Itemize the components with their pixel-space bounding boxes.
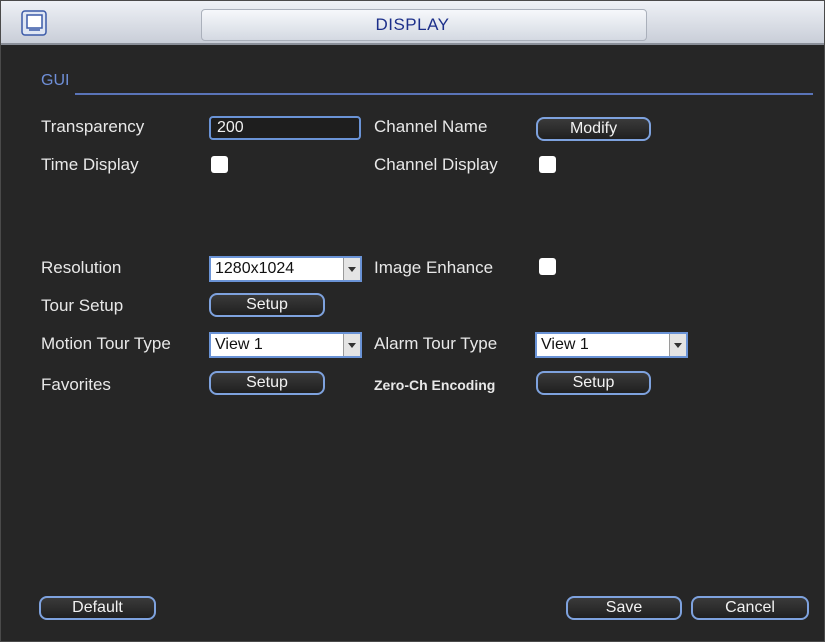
tour-setup-button[interactable]: Setup bbox=[209, 293, 325, 317]
resolution-label: Resolution bbox=[41, 258, 122, 277]
cancel-button[interactable]: Cancel bbox=[691, 596, 809, 620]
image-enhance-label: Image Enhance bbox=[374, 258, 494, 277]
transparency-input[interactable]: 200 bbox=[209, 116, 361, 140]
motion-tour-type-select[interactable]: View 1 bbox=[209, 332, 362, 358]
zero-ch-encoding-label: Zero-Ch Encoding bbox=[374, 377, 496, 393]
window-title: DISPLAY bbox=[375, 15, 450, 34]
chevron-down-icon[interactable] bbox=[343, 258, 360, 280]
chevron-down-icon[interactable] bbox=[669, 334, 686, 356]
favorites-setup-button[interactable]: Setup bbox=[209, 371, 325, 395]
alarm-tour-type-select[interactable]: View 1 bbox=[535, 332, 688, 358]
time-display-checkbox[interactable] bbox=[211, 156, 228, 173]
display-window: DISPLAY GUI Transparency 200 Channel Nam… bbox=[0, 0, 825, 642]
motion-tour-type-label: Motion Tour Type bbox=[41, 334, 171, 353]
chevron-down-icon[interactable] bbox=[343, 334, 360, 356]
image-enhance-checkbox[interactable] bbox=[539, 258, 556, 275]
resolution-select[interactable]: 1280x1024 bbox=[209, 256, 362, 282]
gui-section-label: GUI bbox=[41, 72, 70, 89]
transparency-label: Transparency bbox=[41, 117, 145, 136]
motion-tour-type-value: View 1 bbox=[215, 336, 263, 353]
alarm-tour-type-label: Alarm Tour Type bbox=[374, 334, 498, 353]
tour-setup-label: Tour Setup bbox=[41, 296, 124, 315]
default-button[interactable]: Default bbox=[39, 596, 156, 620]
zero-ch-encoding-setup-button[interactable]: Setup bbox=[536, 371, 651, 395]
channel-display-label: Channel Display bbox=[374, 155, 498, 174]
alarm-tour-type-value: View 1 bbox=[541, 336, 589, 353]
modify-button[interactable]: Modify bbox=[536, 117, 651, 141]
resolution-value: 1280x1024 bbox=[215, 260, 295, 277]
time-display-label: Time Display bbox=[41, 155, 139, 174]
channel-display-checkbox[interactable] bbox=[539, 156, 556, 173]
channel-name-label: Channel Name bbox=[374, 117, 488, 136]
title-bar: DISPLAY bbox=[1, 1, 824, 45]
favorites-label: Favorites bbox=[41, 375, 111, 394]
gui-section-divider bbox=[75, 93, 813, 95]
save-button[interactable]: Save bbox=[566, 596, 682, 620]
